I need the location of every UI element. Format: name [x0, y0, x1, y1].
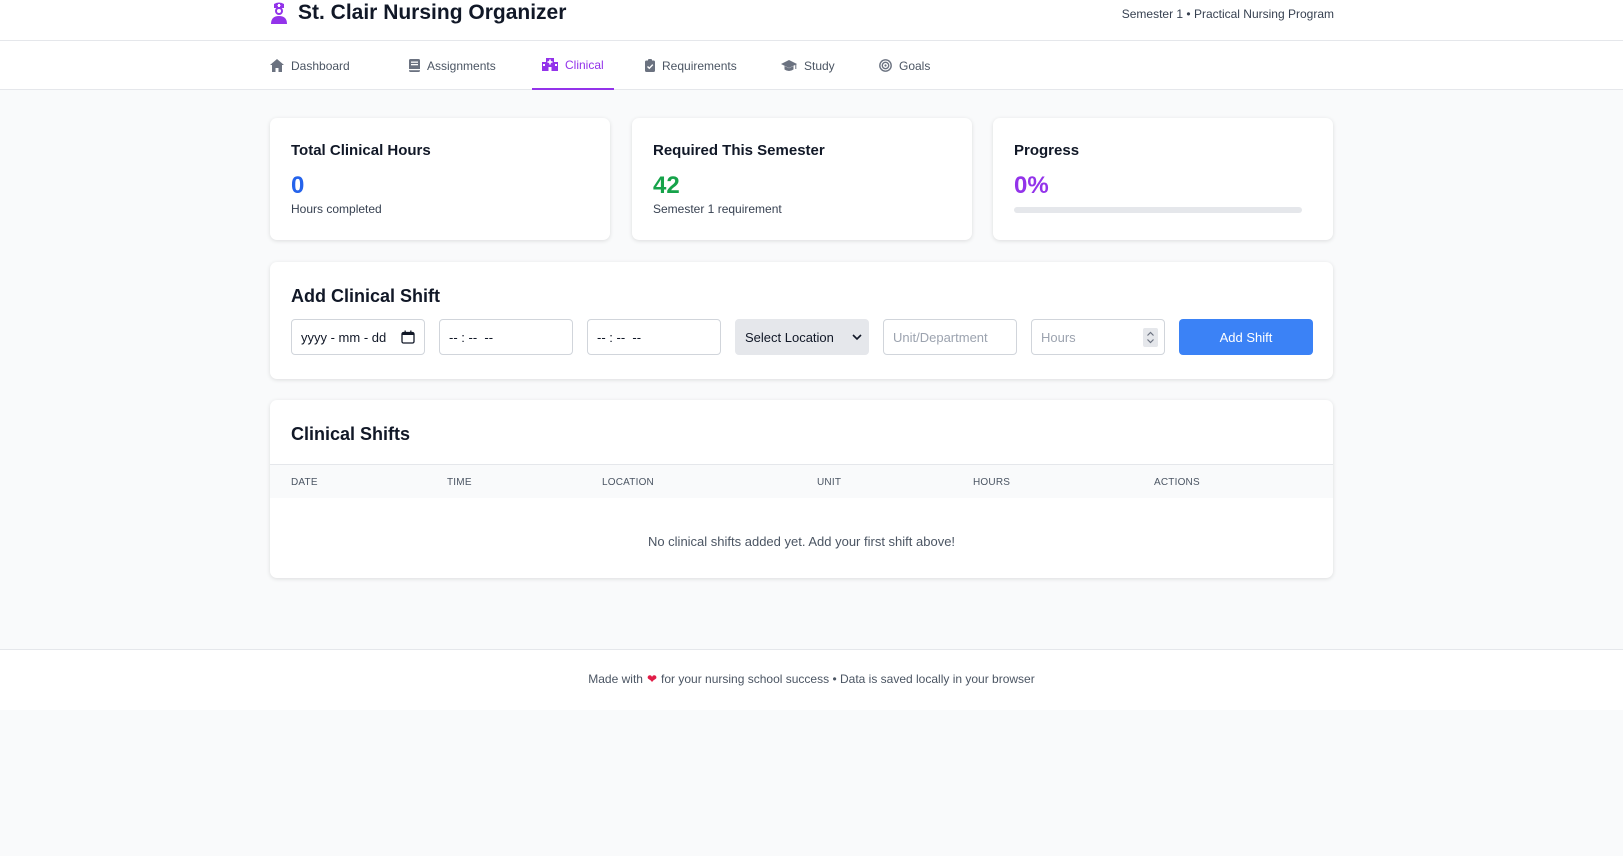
empty-state-message: No clinical shifts added yet. Add your f… — [647, 534, 956, 549]
tab-label: Assignments — [427, 58, 496, 73]
tab-label: Requirements — [662, 58, 737, 73]
tab-label: Study — [804, 58, 835, 73]
required-hours-card: Required This Semester 42 Semester 1 req… — [632, 118, 972, 240]
tab-label: Goals — [899, 58, 931, 73]
brand: St. Clair Nursing Organizer — [268, 1, 566, 25]
add-shift-button[interactable]: Add Shift — [1179, 319, 1313, 355]
hospital-icon — [542, 58, 558, 71]
date-input[interactable]: yyyy - mm - dd — [291, 319, 425, 355]
graduation-cap-icon — [781, 59, 797, 71]
footer-text: Made with ❤ for your nursing school succes… — [0, 672, 1623, 686]
stat-title: Total Clinical Hours — [291, 142, 431, 159]
unit-department-input[interactable]: Unit/Department — [883, 319, 1017, 355]
start-time-input[interactable]: -- : -- -- — [439, 319, 573, 355]
add-shift-card: Add Clinical Shift yyyy - mm - dd -- : -… — [270, 262, 1333, 379]
end-time-value: -- : -- -- — [597, 329, 642, 345]
main-nav: Dashboard Assignments Clinical Requireme… — [0, 41, 1623, 90]
section-title: Clinical Shifts — [291, 424, 411, 444]
tab-assignments[interactable]: Assignments — [399, 41, 506, 90]
heart-icon: ❤ — [646, 672, 658, 686]
progress-card: Progress 0% — [993, 118, 1333, 240]
column-header-hours: Hours — [973, 477, 1011, 488]
stat-value: 0 — [291, 172, 305, 199]
end-time-input[interactable]: -- : -- -- — [587, 319, 721, 355]
app-title: St. Clair Nursing Organizer — [298, 1, 567, 24]
target-icon — [879, 59, 892, 72]
table-header: Date Time Location Unit Hours Actions — [270, 464, 1333, 498]
column-header-date: Date — [291, 477, 318, 488]
number-spinner-icon[interactable] — [1143, 327, 1158, 347]
tab-clinical[interactable]: Clinical — [532, 41, 614, 90]
column-header-time: Time — [447, 477, 472, 488]
unit-department-placeholder: Unit/Department — [893, 329, 988, 345]
column-header-actions: Actions — [1154, 477, 1200, 488]
clinical-shifts-card: Clinical Shifts Date Time Location Unit … — [270, 400, 1333, 578]
calendar-icon[interactable] — [401, 330, 415, 344]
stat-value: 0% — [1014, 172, 1049, 199]
stat-subtitle: Semester 1 requirement — [653, 202, 782, 216]
total-hours-card: Total Clinical Hours 0 Hours completed — [270, 118, 610, 240]
stat-subtitle: Hours completed — [291, 202, 382, 216]
app-header: St. Clair Nursing Organizer Semester 1 •… — [0, 0, 1623, 41]
column-header-location: Location — [602, 477, 654, 488]
stat-value: 42 — [653, 172, 680, 199]
progress-bar — [1014, 207, 1302, 213]
date-input-value: yyyy - mm - dd — [301, 329, 387, 345]
book-icon — [409, 59, 420, 72]
semester-info: Semester 1 • Practical Nursing Program — [1121, 7, 1334, 21]
footer-text-before: Made with — [588, 672, 643, 686]
chevron-down-icon — [852, 333, 862, 340]
tab-label: Clinical — [565, 57, 604, 72]
footer-text-after: for your nursing school success • Data i… — [661, 672, 1035, 686]
tab-goals[interactable]: Goals — [869, 41, 940, 90]
footer: Made with ❤ for your nursing school succes… — [0, 649, 1623, 710]
tab-dashboard[interactable]: Dashboard — [260, 41, 360, 90]
column-header-unit: Unit — [817, 477, 842, 488]
hours-placeholder: Hours — [1041, 329, 1076, 345]
home-icon — [270, 59, 284, 72]
nurse-icon — [271, 2, 287, 24]
stat-title: Required This Semester — [653, 142, 825, 159]
hours-input[interactable]: Hours — [1031, 319, 1165, 355]
tab-requirements[interactable]: Requirements — [635, 41, 747, 90]
tab-label: Dashboard — [291, 58, 350, 73]
clipboard-check-icon — [645, 59, 655, 72]
tab-study[interactable]: Study — [771, 41, 845, 90]
stat-title: Progress — [1014, 142, 1080, 159]
location-select-value: Select Location — [745, 329, 834, 345]
section-title: Add Clinical Shift — [291, 286, 441, 306]
location-select[interactable]: Select Location — [735, 319, 869, 355]
start-time-value: -- : -- -- — [449, 329, 494, 345]
